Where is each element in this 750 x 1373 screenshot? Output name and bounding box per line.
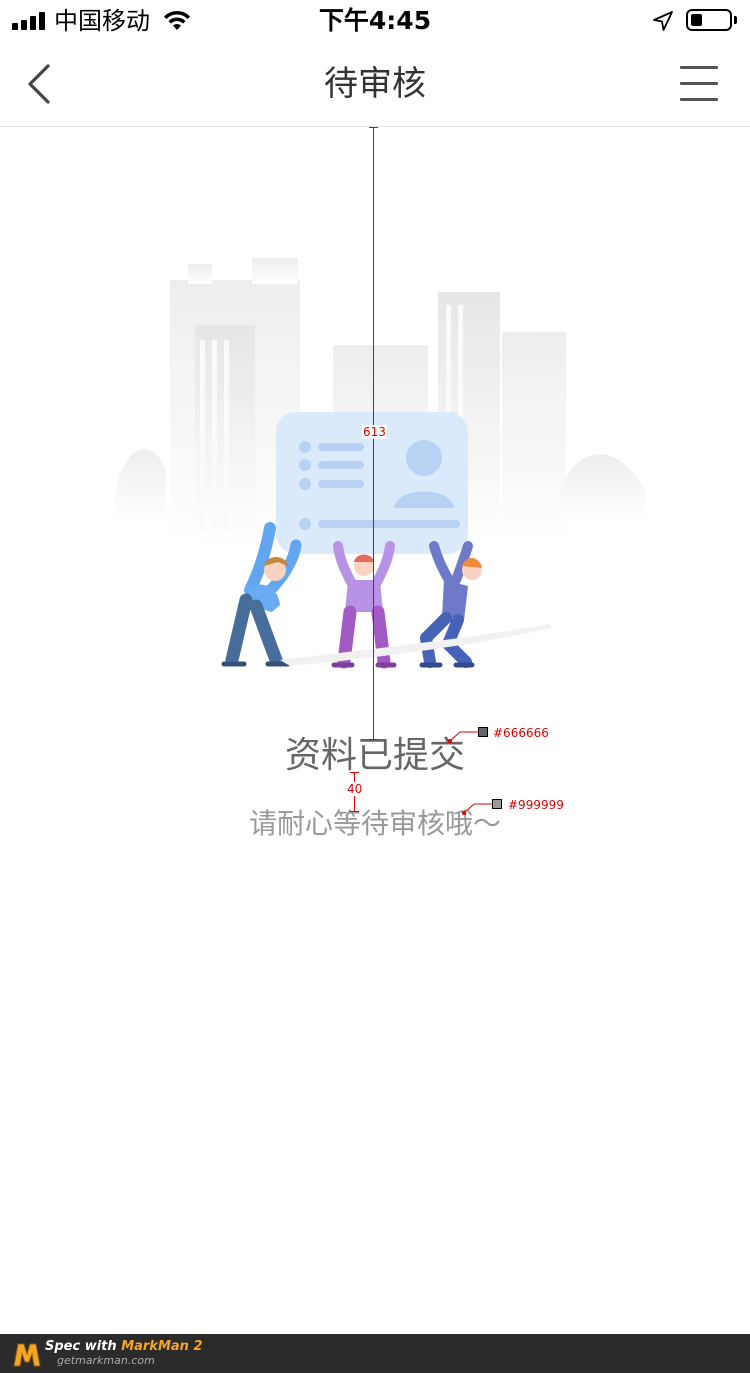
color-pointer-title — [448, 731, 479, 743]
color-swatch-subtitle — [492, 799, 502, 809]
color-swatch-title — [478, 727, 488, 737]
color-pointer-subtitle — [462, 803, 493, 815]
battery-icon — [686, 9, 732, 31]
measure-label-613: 613 — [362, 425, 387, 439]
footer-spec-prefix: Spec with — [45, 1339, 122, 1354]
status-time: 下午4:45 — [318, 6, 432, 35]
measure-cap-gap-bottom — [350, 811, 359, 812]
status-bar: 中国移动 下午4:45 — [0, 0, 750, 40]
menu-button[interactable] — [680, 66, 720, 102]
color-label-subtitle: #999999 — [508, 798, 564, 812]
submitted-title: 资料已提交 — [284, 735, 465, 776]
markman-footer: Spec with MarkMan 2 getmarkman.com — [0, 1334, 750, 1373]
battery-tip — [734, 16, 737, 24]
page-title: 待审核 — [324, 64, 426, 104]
submitted-illustration — [114, 258, 645, 669]
measure-cap-bottom — [369, 739, 378, 740]
location-arrow-icon — [653, 11, 673, 31]
waiting-subtitle: 请耐心等待审核哦～ — [248, 807, 501, 840]
nav-bar: 待审核 — [0, 40, 750, 127]
measure-label-40: 40 — [346, 782, 364, 796]
person-purple — [331, 541, 397, 669]
footer-spec-text: Spec with MarkMan 2 — [45, 1339, 203, 1355]
footer-brand: MarkMan 2 — [121, 1339, 203, 1354]
color-label-title: #666666 — [493, 726, 549, 740]
markman-logo-icon — [13, 1343, 41, 1367]
footer-site: getmarkman.com — [57, 1354, 155, 1367]
